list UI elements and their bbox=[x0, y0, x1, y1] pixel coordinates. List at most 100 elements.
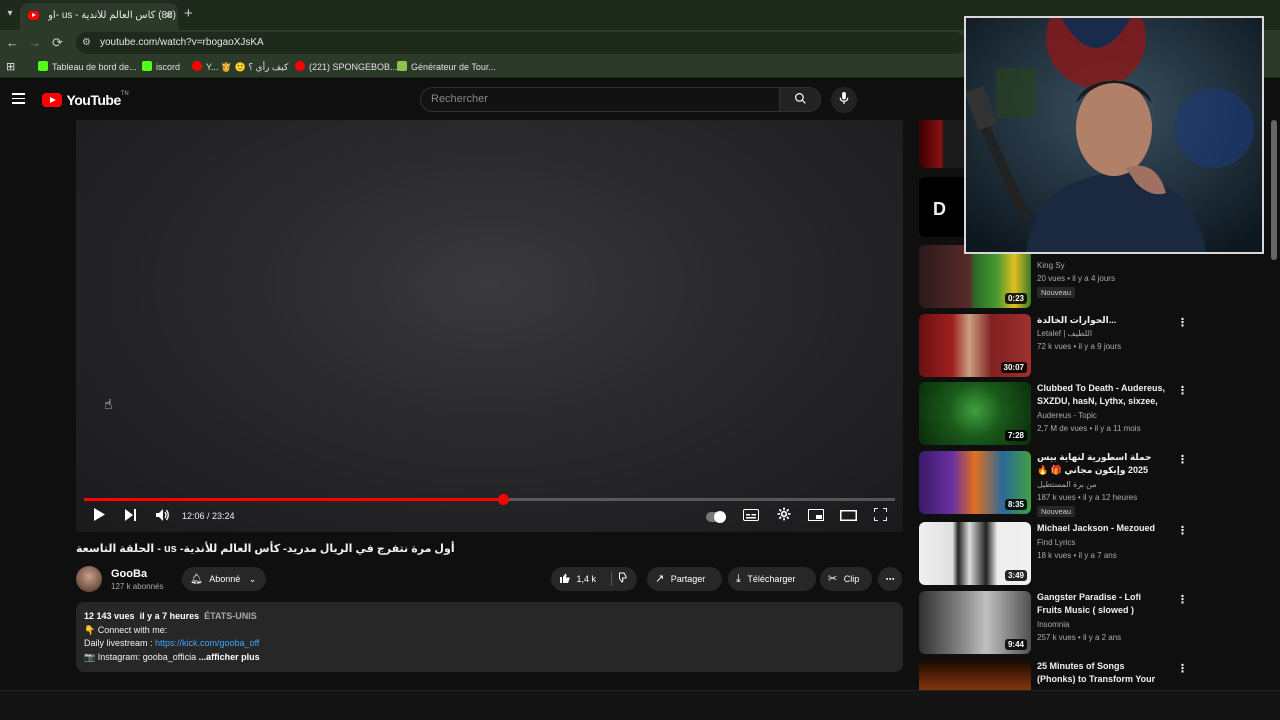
thumbs-up-icon bbox=[560, 573, 570, 583]
list-item[interactable]: 30:07 الحوارات الخالدة... Letalef | اللط… bbox=[919, 314, 1279, 378]
progress-played bbox=[84, 498, 504, 501]
video-player[interactable]: ☝ 12:06 / 23:24 bbox=[76, 120, 903, 532]
youtube-favicon-icon bbox=[28, 11, 39, 20]
channel-name[interactable]: GooBa bbox=[111, 568, 147, 580]
miniplayer-icon bbox=[808, 509, 824, 521]
tab-search-chevron-icon[interactable]: ▾ bbox=[2, 6, 18, 22]
video-thumbnail[interactable] bbox=[919, 660, 1031, 690]
browser-tab-active[interactable]: (88) كأس العالم للأندية - us -أول × bbox=[20, 3, 178, 30]
skip-next-icon bbox=[125, 509, 136, 521]
description-box[interactable]: 12 143 vues il y a 7 heures ÉTATS-UNIS 👇… bbox=[76, 602, 903, 672]
volume-button[interactable] bbox=[154, 507, 172, 527]
voice-search-button[interactable] bbox=[831, 87, 857, 113]
webcam-overlay bbox=[964, 16, 1264, 254]
chevron-down-icon: ⌄ bbox=[248, 574, 257, 584]
progress-scrubber[interactable] bbox=[498, 494, 510, 505]
new-tab-button[interactable]: + bbox=[184, 5, 193, 22]
bookmark-item[interactable]: (221) SPONGEBOB... bbox=[295, 61, 398, 72]
fullscreen-button[interactable] bbox=[870, 507, 890, 527]
channel-avatar[interactable] bbox=[76, 566, 102, 592]
description-line: 📷 Instagram: gooba_officia ...afficher p… bbox=[84, 651, 260, 662]
tab-close-icon[interactable]: × bbox=[165, 8, 172, 22]
youtube-play-logo-icon bbox=[42, 92, 62, 107]
like-button[interactable]: 1,4 k bbox=[559, 567, 596, 591]
url-text: youtube.com/watch?v=rbogaoXJsKA bbox=[100, 37, 264, 48]
progress-bar[interactable] bbox=[84, 494, 895, 505]
volume-icon bbox=[156, 509, 169, 521]
show-more-button[interactable]: ...afficher plus bbox=[199, 652, 260, 662]
time-display: 12:06 / 23:24 bbox=[182, 511, 235, 521]
more-options-icon[interactable]: ⋮ bbox=[1177, 316, 1188, 329]
share-arrow-icon: ↗ bbox=[655, 573, 665, 585]
apps-grid-icon[interactable]: ⊞ bbox=[6, 60, 15, 73]
search-icon bbox=[794, 93, 806, 104]
subscribed-button[interactable]: 🔔︎ Abonné ⌄ bbox=[182, 567, 266, 591]
video-thumbnail[interactable]: 7:28 bbox=[919, 382, 1031, 445]
list-item[interactable]: 3:49 Michael Jackson - Mezoued Find Lyri… bbox=[919, 522, 1279, 586]
scroll-thumb[interactable] bbox=[1271, 120, 1277, 260]
next-button[interactable] bbox=[122, 507, 140, 527]
more-options-icon[interactable]: ⋮ bbox=[1177, 662, 1188, 675]
list-item[interactable]: 0:23 King Sy 20 vues • il y a 4 jours No… bbox=[919, 245, 1279, 309]
more-options-icon[interactable]: ⋮ bbox=[1177, 453, 1188, 466]
share-button[interactable]: ↗ Partager bbox=[647, 567, 722, 591]
play-icon bbox=[94, 508, 105, 521]
reload-icon[interactable]: ⟳ bbox=[52, 35, 63, 51]
more-options-icon[interactable]: ⋮ bbox=[1177, 524, 1188, 537]
video-title: الحلقة التاسعة - us -أول مرة نتفرج في ال… bbox=[76, 543, 455, 555]
search-field[interactable] bbox=[420, 87, 780, 112]
more-options-icon[interactable]: ⋮ bbox=[1177, 384, 1188, 397]
bookmark-item[interactable]: iscord bbox=[142, 61, 180, 72]
bell-icon: 🔔︎ bbox=[190, 574, 203, 585]
list-item[interactable]: 8:35 حملة اسطورية لنهاية بيس 2025 وإيكون… bbox=[919, 451, 1279, 517]
dislike-button[interactable] bbox=[617, 567, 629, 591]
microphone-icon bbox=[839, 92, 849, 105]
gear-icon bbox=[777, 507, 791, 521]
menu-icon[interactable] bbox=[12, 93, 25, 104]
sidebar-scrollbar[interactable] bbox=[1270, 110, 1278, 690]
autoplay-toggle[interactable] bbox=[706, 511, 726, 523]
video-thumbnail[interactable]: 3:49 bbox=[919, 522, 1031, 585]
settings-button[interactable] bbox=[774, 507, 794, 527]
more-actions-icon[interactable]: ⋯ bbox=[878, 567, 902, 591]
download-button[interactable]: ⤓ Télécharger bbox=[728, 567, 816, 591]
clip-button[interactable]: ✂ Clip bbox=[820, 567, 872, 591]
search-button[interactable] bbox=[779, 87, 821, 112]
more-options-icon[interactable]: ⋮ bbox=[1177, 593, 1188, 606]
streamer-webcam-image bbox=[966, 18, 1262, 252]
bookmark-item[interactable]: Y... 👸 🙂 كيف رأي ؟ bbox=[192, 61, 288, 73]
video-thumbnail[interactable]: 8:35 bbox=[919, 451, 1031, 514]
like-dislike-group: 1,4 k bbox=[551, 567, 637, 591]
description-meta: 12 143 vues il y a 7 heures ÉTATS-UNIS bbox=[84, 611, 257, 621]
address-bar[interactable]: ⚙ youtube.com/watch?v=rbogaoXJsKA bbox=[76, 32, 966, 54]
youtube-logo[interactable]: YouTubeTN bbox=[42, 91, 129, 109]
subscriber-count: 127 k abonnés bbox=[111, 582, 164, 591]
site-info-icon[interactable]: ⚙ bbox=[82, 37, 91, 48]
forward-arrow-icon[interactable]: → bbox=[28, 35, 41, 50]
description-line: Daily livestream : https://kick.com/goob… bbox=[84, 638, 260, 648]
mouse-cursor-icon: ☝ bbox=[104, 396, 113, 412]
fullscreen-icon bbox=[872, 507, 888, 522]
subtitles-icon bbox=[743, 509, 759, 521]
list-item[interactable]: 25 Minutes of Songs (Phonks) to Transfor… bbox=[919, 660, 1279, 690]
list-item[interactable]: 9:44 Gangster Paradise - Lofi Fruits Mus… bbox=[919, 591, 1279, 655]
theater-icon bbox=[839, 510, 857, 521]
bookmark-item[interactable]: Tableau de bord de... bbox=[38, 61, 137, 72]
list-item[interactable]: 7:28 Clubbed To Death - Audereus, SXZDU,… bbox=[919, 382, 1279, 446]
video-thumbnail[interactable]: 30:07 bbox=[919, 314, 1031, 377]
back-arrow-icon[interactable]: ← bbox=[6, 35, 19, 50]
description-line: 👇 Connect with me: bbox=[84, 624, 168, 635]
kick-link[interactable]: https://kick.com/gooba_off bbox=[155, 638, 259, 648]
video-thumbnail[interactable]: 0:23 bbox=[919, 245, 1031, 308]
search-input[interactable] bbox=[421, 88, 779, 110]
play-button[interactable] bbox=[90, 507, 108, 527]
download-icon: ⤓ bbox=[736, 573, 741, 585]
bottom-strip bbox=[0, 690, 1280, 720]
bookmark-item[interactable]: Générateur de Tour... bbox=[397, 61, 496, 72]
scissors-icon: ✂ bbox=[828, 573, 838, 585]
subtitles-button[interactable] bbox=[741, 507, 761, 527]
miniplayer-button[interactable] bbox=[806, 507, 826, 527]
video-thumbnail[interactable]: 9:44 bbox=[919, 591, 1031, 654]
thumbs-down-icon bbox=[619, 572, 627, 583]
theater-mode-button[interactable] bbox=[838, 507, 858, 527]
